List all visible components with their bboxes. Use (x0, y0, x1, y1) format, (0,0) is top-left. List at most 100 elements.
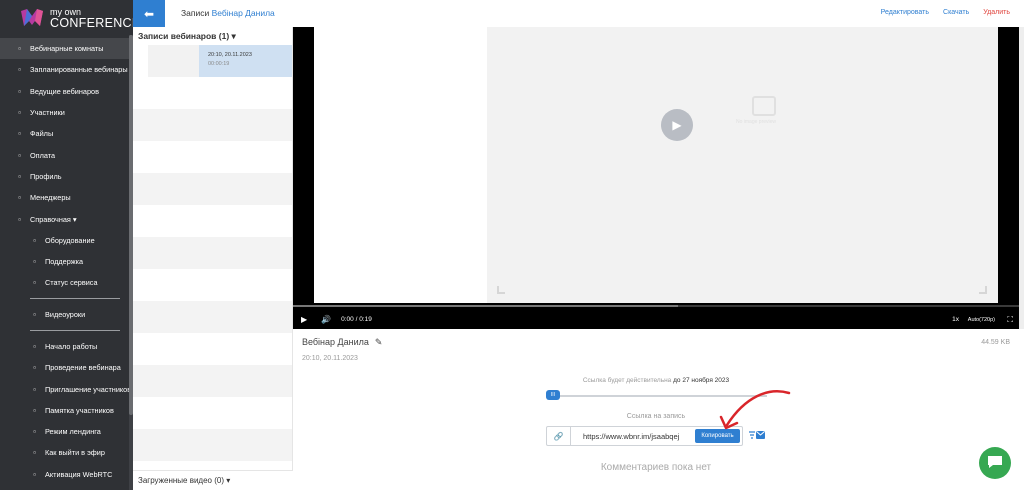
breadcrumb-link[interactable]: Вебінар Данила (212, 8, 275, 18)
play-overlay-button[interactable]: ▶ (661, 109, 693, 141)
list-empty-row (133, 205, 292, 237)
delete-link[interactable]: Удалить (983, 9, 1010, 16)
sidebar-item[interactable]: ▫ Как выйти в эфир (0, 442, 133, 463)
play-icon[interactable]: ▶ (301, 315, 307, 324)
arrow-left-icon: ⬅ (143, 6, 155, 21)
sidebar-item-label: Памятка участников (45, 405, 114, 415)
sidebar-item-label: Статус сервиса (45, 278, 98, 288)
sidebar-item-label: Оплата (30, 150, 56, 160)
breadcrumb: Записи Вебінар Данила (181, 8, 275, 18)
logo[interactable]: my own CONFERENCE (0, 0, 133, 36)
sidebar-item-label: Видеоуроки (45, 310, 86, 320)
sidebar-item[interactable]: ▫ Видеоуроки (0, 304, 133, 325)
list-empty-row (133, 141, 292, 173)
sidebar-item[interactable]: ▫ Режим лендинга (0, 421, 133, 442)
doc-icon: ▫ (33, 342, 36, 351)
speed-button[interactable]: 1x (952, 316, 959, 323)
fullscreen-icon[interactable]: ⛶ (1007, 315, 1013, 325)
record-date: 20:10, 20.11.2023 (302, 355, 358, 362)
share-link-label: Ссылка на запись (626, 413, 686, 420)
record-info: Вебінар Данила ✎ 20:10, 20.11.2023 44.59 … (293, 329, 1024, 490)
recording-item[interactable]: 20:10, 20.11.2023 00:00:19 (133, 45, 292, 77)
back-button[interactable]: ⬅ (133, 0, 165, 27)
share-link-url[interactable]: https://www.wbnr.im/jsaabqej (571, 432, 701, 441)
link-validity: Ссылка будет действительна до 27 ноября … (293, 377, 1019, 384)
users-icon: ▫ (18, 108, 21, 118)
sidebar-item[interactable]: ▫ Начало работы (0, 336, 133, 357)
sidebar-item[interactable]: ▫ Статус сервиса (0, 272, 133, 293)
page-scrollbar[interactable] (1019, 27, 1024, 329)
calendar-icon: ▫ (18, 65, 21, 75)
progress-buffered (293, 305, 678, 307)
sidebar-item[interactable]: ▫ Файлы (0, 123, 133, 144)
sidebar-item[interactable]: ▫ Справочная ▾ (0, 208, 133, 229)
doc-icon: ▫ (33, 448, 36, 458)
sidebar-item-label: Запланированные вебинары (30, 65, 128, 75)
sidebar-item[interactable]: ▫ Приглашение участников (0, 378, 133, 399)
chat-button[interactable] (979, 447, 1011, 479)
sidebar-item[interactable]: ▫ Поддержка (0, 251, 133, 272)
recordings-title[interactable]: Записи вебинаров (1) ▾ (133, 27, 292, 45)
sidebar-item-label: Приглашение участников (45, 384, 132, 394)
sidebar-item[interactable]: ▫ Памятка участников (0, 400, 133, 421)
sidebar-item-label: Файлы (30, 129, 54, 139)
sidebar-item[interactable]: ▫ Профиль (0, 166, 133, 187)
list-empty-row (133, 365, 292, 397)
recording-thumbnail (148, 45, 199, 77)
sidebar-item-label: Оборудование (45, 235, 95, 245)
doc-icon: ▫ (33, 384, 36, 394)
volume-icon[interactable]: 🔊 (321, 315, 331, 324)
sidebar-item[interactable]: ▫ Проведение вебинара (0, 357, 133, 378)
sidebar-item-label: Профиль (30, 171, 62, 181)
equipment-icon: ▫ (33, 235, 36, 245)
corner-mark-icon (497, 286, 505, 294)
image-placeholder-icon (752, 96, 776, 116)
edit-link[interactable]: Редактировать (881, 9, 929, 16)
sidebar-item-label: Поддержка (45, 257, 84, 267)
sidebar-item[interactable]: ▫ Ведущие вебинаров (0, 81, 133, 102)
list-empty-row (133, 109, 292, 141)
pencil-icon[interactable]: ✎ (375, 337, 383, 347)
sidebar-item[interactable]: ▫ Активация WebRTC (0, 464, 133, 485)
breadcrumb-prefix: Записи (181, 8, 210, 18)
corner-mark-icon (979, 286, 987, 294)
list-empty-row (133, 397, 292, 429)
list-empty-row (133, 269, 292, 301)
recording-meta: 20:10, 20.11.2023 00:00:19 (198, 45, 292, 77)
quality-button[interactable]: Auto(720p) (968, 317, 995, 323)
card-icon: ▫ (18, 150, 21, 160)
download-link[interactable]: Скачать (943, 9, 969, 16)
record-actions: Редактировать Скачать Удалить (881, 9, 1010, 16)
files-icon: ▫ (18, 129, 21, 139)
doc-icon: ▫ (33, 427, 36, 437)
sidebar-item[interactable]: ▫ Оборудование (0, 230, 133, 251)
sidebar-item-label: Менеджеры (30, 193, 71, 203)
validity-slider-handle[interactable]: III (546, 390, 560, 400)
sidebar-item-label: Как выйти в эфир (45, 448, 105, 458)
sidebar-item[interactable]: ▫ Оплата (0, 144, 133, 165)
list-empty-row (133, 77, 292, 109)
validity-prefix: Ссылка будет действительна (582, 377, 672, 384)
uploaded-videos-title[interactable]: Загруженные видео (0) ▾ (133, 470, 293, 490)
no-comments-text: Комментариев пока нет (600, 462, 712, 473)
recordings-list: Записи вебинаров (1) ▾ 20:10, 20.11.2023… (133, 27, 293, 490)
link-icon: 🔗 (547, 427, 571, 445)
video-right-pane (487, 27, 998, 303)
sidebar-divider (0, 325, 133, 336)
image-placeholder-text: No image preview (736, 119, 777, 125)
sidebar-item[interactable]: ▫ Участники (0, 102, 133, 123)
list-empty-row (133, 301, 292, 333)
top-bar: ⬅ Записи Вебінар Данила Редактировать Ск… (133, 0, 1024, 27)
sidebar-item-label: Справочная ▾ (30, 214, 77, 224)
sidebar-item[interactable]: ▫ Менеджеры (0, 187, 133, 208)
sidebar-item-label: Проведение вебинара (45, 363, 121, 373)
video-player[interactable]: ▶ No image preview ▶ 🔊 0:00 / 0:19 1x Au… (293, 27, 1019, 329)
sidebar-item[interactable]: ▫ Вебинарные комнаты (0, 38, 133, 60)
status-icon: ▫ (33, 278, 36, 288)
recording-duration: 00:00:19 (207, 61, 230, 67)
video-icon: ▫ (33, 310, 36, 320)
video-frame[interactable]: ▶ No image preview (314, 27, 998, 303)
logo-text: my own CONFERENCE (50, 7, 133, 30)
profile-icon: ▫ (18, 171, 21, 181)
sidebar-item[interactable]: ▫ Запланированные вебинары (0, 59, 133, 80)
